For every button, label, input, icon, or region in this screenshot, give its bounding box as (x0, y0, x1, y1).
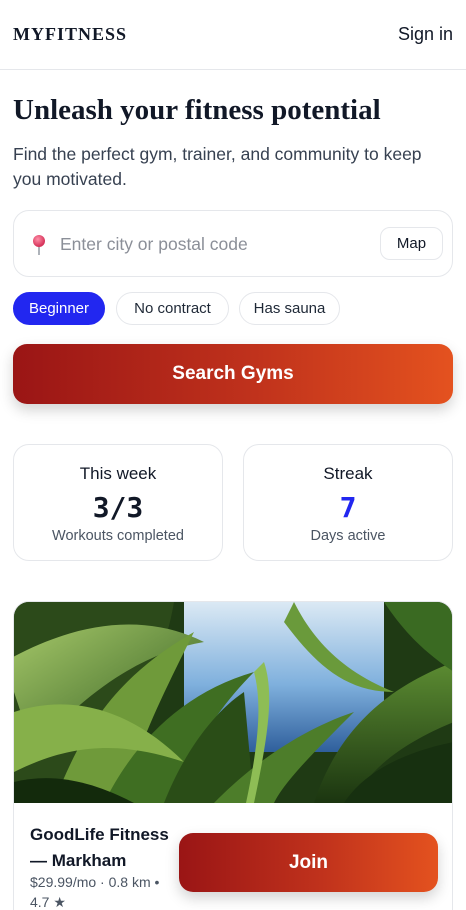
stat-card-this-week: This week 3/3 Workouts completed (13, 444, 223, 561)
stat-label: Streak (323, 464, 373, 483)
gym-photo (14, 602, 452, 803)
stat-card-streak: Streak 7 Days active (243, 444, 453, 561)
filter-chip-beginner[interactable]: Beginner (13, 292, 105, 325)
gym-meta: $29.99/mo · 0.8 km • 4.7 ★ (30, 874, 160, 910)
hero-subtitle: Find the perfect gym, trainer, and commu… (13, 144, 422, 189)
stat-caption: Workouts completed (52, 528, 184, 544)
brand-logo[interactable]: MYFITNESS (13, 24, 127, 45)
filter-chip-no-contract[interactable]: No contract (116, 292, 229, 325)
location-search-box: Map (13, 210, 453, 277)
top-header: MYFITNESS Sign in (0, 0, 466, 70)
map-pin-icon (33, 235, 45, 255)
location-search-input[interactable] (60, 229, 370, 259)
filter-chip-has-sauna[interactable]: Has sauna (239, 292, 340, 325)
search-gyms-button[interactable]: Search Gyms (13, 344, 453, 404)
stat-value: 7 (339, 491, 357, 524)
sign-in-link[interactable]: Sign in (398, 24, 453, 45)
stat-caption: Days active (310, 528, 386, 544)
hero-title: Unleash your fitness potential (13, 94, 381, 126)
map-button[interactable]: Map (380, 227, 443, 260)
stat-label: This week (79, 464, 157, 483)
join-button[interactable]: Join (179, 833, 438, 892)
gym-card: GoodLife Fitness — Markham $29.99/mo · 0… (13, 601, 453, 910)
gym-name[interactable]: GoodLife Fitness — Markham (30, 822, 180, 874)
stat-value: 3/3 (92, 491, 144, 524)
